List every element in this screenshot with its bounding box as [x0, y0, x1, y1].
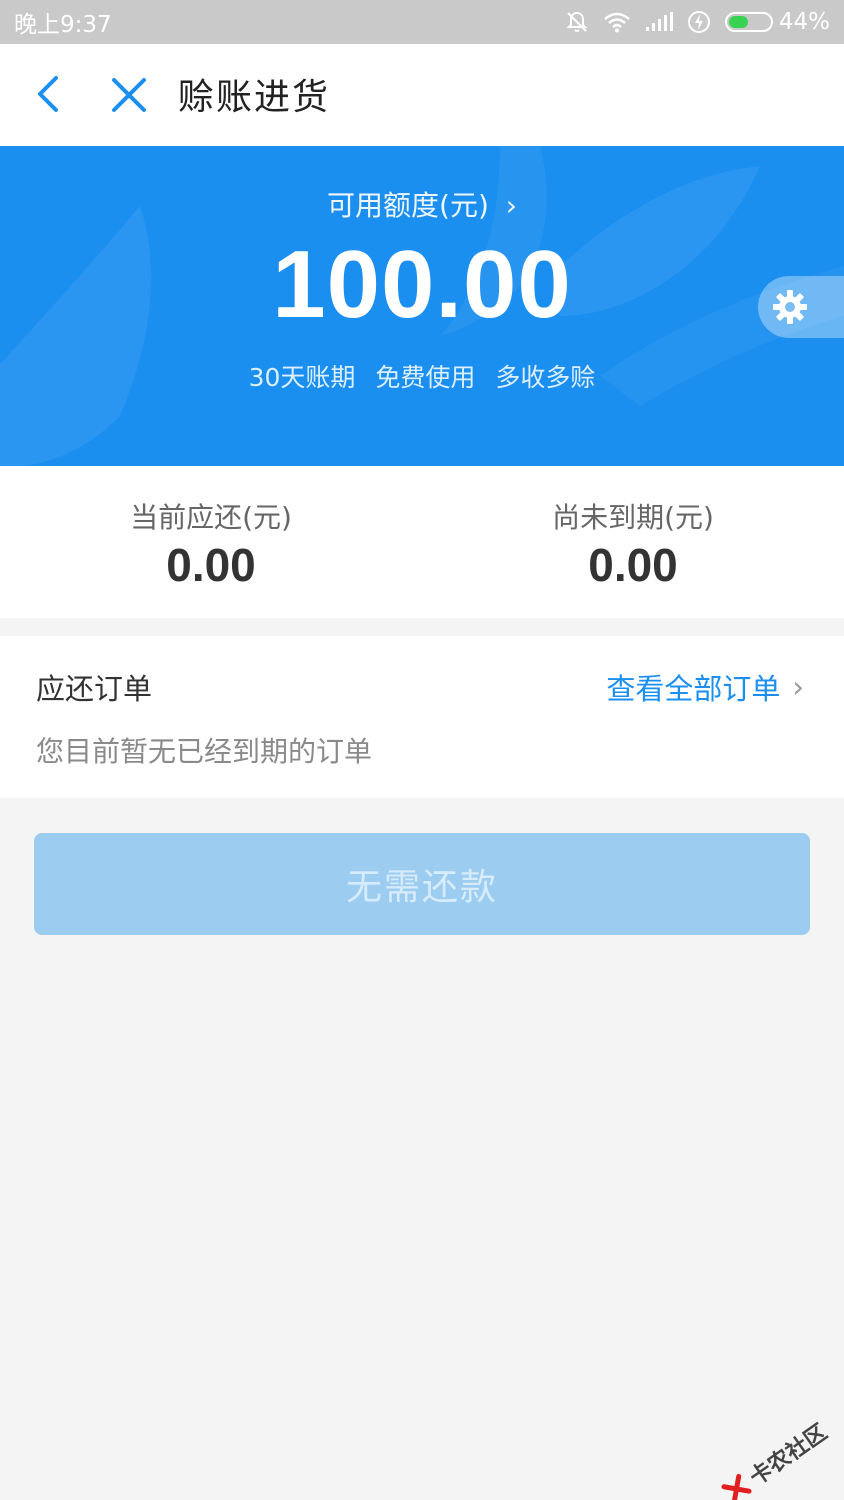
page: 晚上9:37 44% 赊账进货 可用额度(元) › 100.00 30天账期 免… — [0, 0, 844, 1500]
page-title: 赊账进货 — [178, 77, 331, 118]
current-due-label: 当前应还(元) — [130, 501, 292, 534]
credit-label: 可用额度(元) — [327, 189, 489, 222]
chevron-right-icon: › — [792, 670, 804, 704]
gear-icon — [773, 290, 807, 324]
status-time: 晚上9:37 — [14, 12, 112, 38]
current-due: 当前应还(元) 0.00 — [0, 466, 422, 618]
watermark-text: 卡农社区 — [745, 1419, 832, 1491]
credit-hero: 可用额度(元) › 100.00 30天账期 免费使用 多收多赊 — [0, 146, 844, 466]
due-orders-title: 应还订单 — [36, 672, 153, 706]
repay-button[interactable]: 无需还款 — [34, 833, 810, 935]
credit-label-link[interactable]: 可用额度(元) › — [0, 184, 844, 224]
view-all-orders-link[interactable]: 查看全部订单 › — [606, 666, 804, 708]
credit-features: 30天账期 免费使用 多收多赊 — [0, 358, 844, 394]
close-icon[interactable] — [108, 74, 150, 116]
feature-more: 多收多赊 — [495, 363, 596, 392]
settings-button[interactable] — [758, 276, 844, 338]
feature-term: 30天账期 — [248, 363, 356, 392]
battery: 44% — [724, 9, 830, 35]
due-orders-section: 应还订单 查看全部订单 › 您目前暂无已经到期的订单 — [0, 636, 844, 798]
signal-icon — [645, 12, 673, 31]
charging-icon — [687, 11, 710, 33]
chevron-left-icon[interactable] — [28, 74, 68, 114]
repayment-summary: 当前应还(元) 0.00 尚未到期(元) 0.00 — [0, 466, 844, 618]
status-bar: 晚上9:37 44% — [0, 0, 844, 44]
empty-orders-text: 您目前暂无已经到期的订单 — [36, 735, 373, 768]
logo-icon — [721, 1473, 752, 1500]
wifi-icon — [604, 12, 630, 33]
view-all-orders-label: 查看全部订单 — [606, 672, 781, 706]
status-icons: 44% — [565, 9, 830, 35]
battery-percent: 44% — [778, 9, 830, 35]
battery-fill — [728, 16, 748, 28]
battery-icon — [724, 12, 773, 32]
watermark: 卡农社区 — [717, 1415, 832, 1500]
bell-off-icon — [566, 11, 588, 32]
nav-bar: 赊账进货 — [0, 44, 844, 146]
not-due-value: 0.00 — [588, 539, 678, 591]
not-due-label: 尚未到期(元) — [552, 501, 714, 534]
credit-amount: 100.00 — [272, 231, 572, 338]
not-due: 尚未到期(元) 0.00 — [422, 466, 844, 618]
chevron-right-icon: › — [505, 189, 517, 222]
current-due-value: 0.00 — [166, 539, 256, 591]
feature-free: 免费使用 — [375, 363, 476, 392]
